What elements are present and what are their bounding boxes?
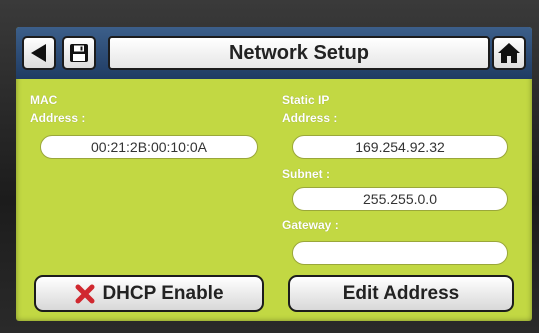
subnet-field[interactable]: 255.255.0.0 — [292, 187, 508, 211]
touch-screen: Network Setup MAC Address : 00:21:2B:00:… — [16, 27, 532, 321]
static-ip-field[interactable]: 169.254.92.32 — [292, 135, 508, 159]
gateway-field[interactable] — [292, 241, 508, 265]
mac-label-line1: MAC — [30, 93, 58, 107]
red-x-icon — [75, 284, 95, 303]
mac-label-line2: Address : — [30, 111, 86, 125]
home-icon — [498, 43, 520, 63]
dhcp-enable-button[interactable]: DHCP Enable — [34, 275, 264, 312]
back-arrow-icon — [31, 44, 46, 62]
save-button[interactable] — [62, 36, 96, 70]
static-ip-label-line2: Address : — [282, 111, 338, 125]
mac-address-field: 00:21:2B:00:10:0A — [40, 135, 258, 159]
gateway-label: Gateway : — [282, 218, 339, 232]
static-ip-label-line1: Static IP — [282, 93, 330, 107]
edit-address-button[interactable]: Edit Address — [288, 275, 514, 312]
floppy-disk-icon — [70, 44, 88, 62]
back-button[interactable] — [22, 36, 56, 70]
home-button[interactable] — [492, 36, 526, 70]
edit-address-label: Edit Address — [342, 282, 460, 304]
dhcp-enable-label: DHCP Enable — [102, 282, 224, 304]
subnet-label: Subnet : — [282, 167, 330, 181]
page-title: Network Setup — [108, 36, 490, 70]
